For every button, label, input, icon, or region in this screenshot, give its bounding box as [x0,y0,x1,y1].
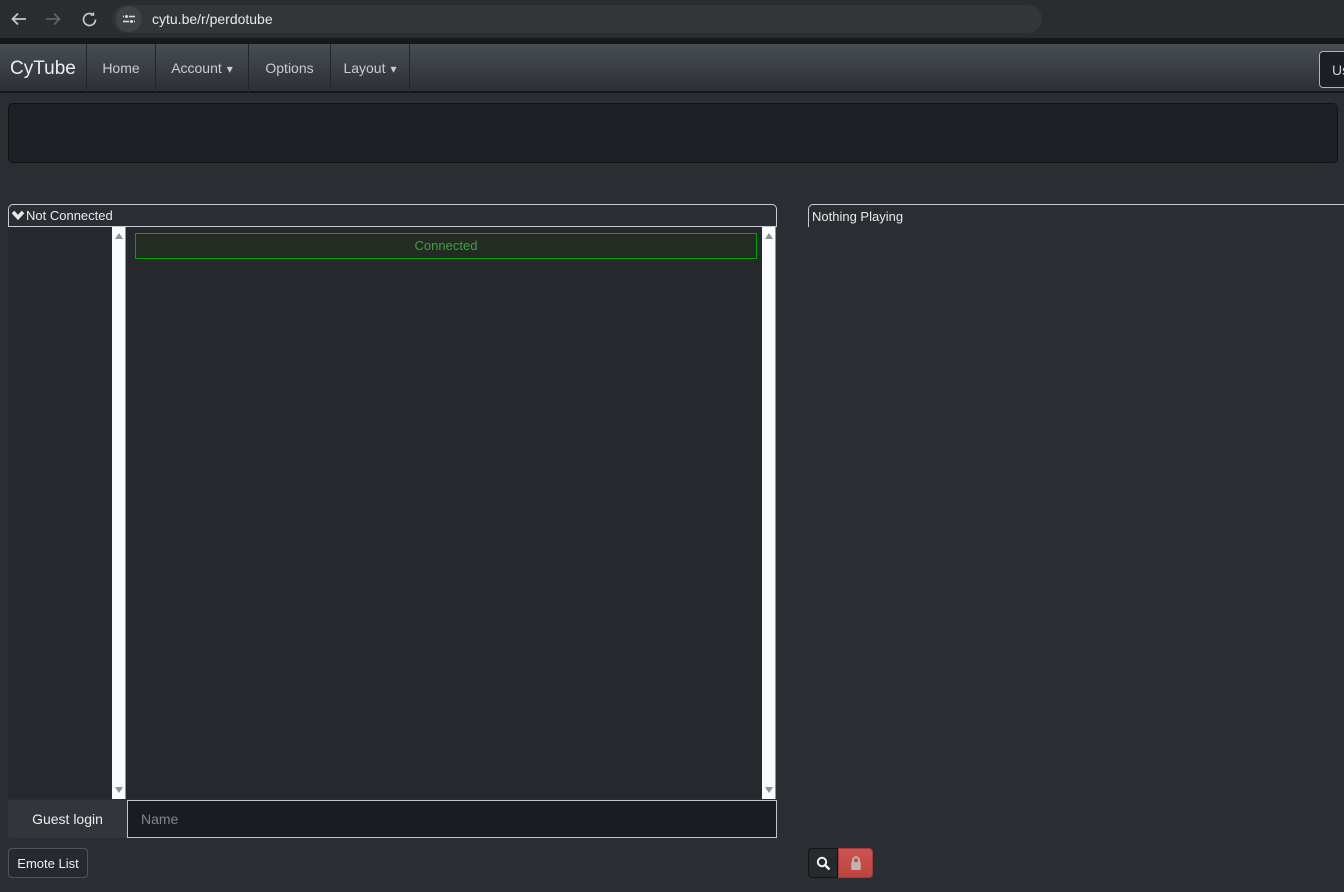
library-search-button[interactable] [808,848,838,878]
lock-icon [849,856,863,871]
guest-login-label: Guest login [32,811,103,827]
userlist [8,227,112,799]
userlist-scrollbar[interactable] [112,227,126,799]
url-text: cytu.be/r/perdotube [152,5,273,33]
nav-item-account[interactable]: Account [155,44,248,93]
browser-reload-button[interactable] [74,4,104,34]
userlist-header[interactable]: Not Connected [8,204,777,227]
username-input[interactable] [1319,51,1344,88]
nav-item-label: Home [102,60,139,76]
site-navbar: CyTube Home Account Options Layout [0,44,1344,93]
reload-icon [81,11,98,28]
chat-message-buffer [126,227,762,799]
video-header: Nothing Playing [808,204,1344,227]
connection-status-label: Not Connected [26,208,113,223]
triangle-down-icon[interactable] [112,783,126,797]
nav-item-options[interactable]: Options [248,44,330,93]
site-info-button[interactable] [116,6,142,32]
caret-down-icon: Layout [343,60,396,76]
nav-item-label: Options [265,60,313,76]
guest-name-input[interactable] [127,800,777,838]
server-message-text: Connected [415,238,478,253]
browser-toolbar: cytu.be/r/perdotube [0,0,1344,38]
guest-login-button[interactable]: Guest login [8,800,127,838]
arrow-left-icon [10,10,28,28]
tune-icon [122,12,136,26]
triangle-up-icon[interactable] [762,229,776,243]
brand-logo[interactable]: CyTube [10,44,76,93]
magnifier-icon [816,856,831,871]
emote-list-button[interactable]: Emote List [8,848,88,878]
chevron-down-icon [11,209,25,222]
address-bar[interactable]: cytu.be/r/perdotube [112,5,1042,33]
nav-item-layout[interactable]: Layout [330,44,410,93]
browser-forward-button[interactable] [38,4,68,34]
playlist-lock-button[interactable] [838,848,873,878]
caret-down-icon: Account [171,60,233,76]
nav-item-home[interactable]: Home [86,44,155,93]
triangle-up-icon[interactable] [112,229,126,243]
arrow-right-icon [44,10,62,28]
chat-scrollbar[interactable] [762,227,776,799]
server-message-connected: Connected [135,233,757,259]
now-playing-label: Nothing Playing [812,209,903,224]
motd-panel [8,103,1338,163]
triangle-down-icon[interactable] [762,783,776,797]
browser-back-button[interactable] [4,4,34,34]
